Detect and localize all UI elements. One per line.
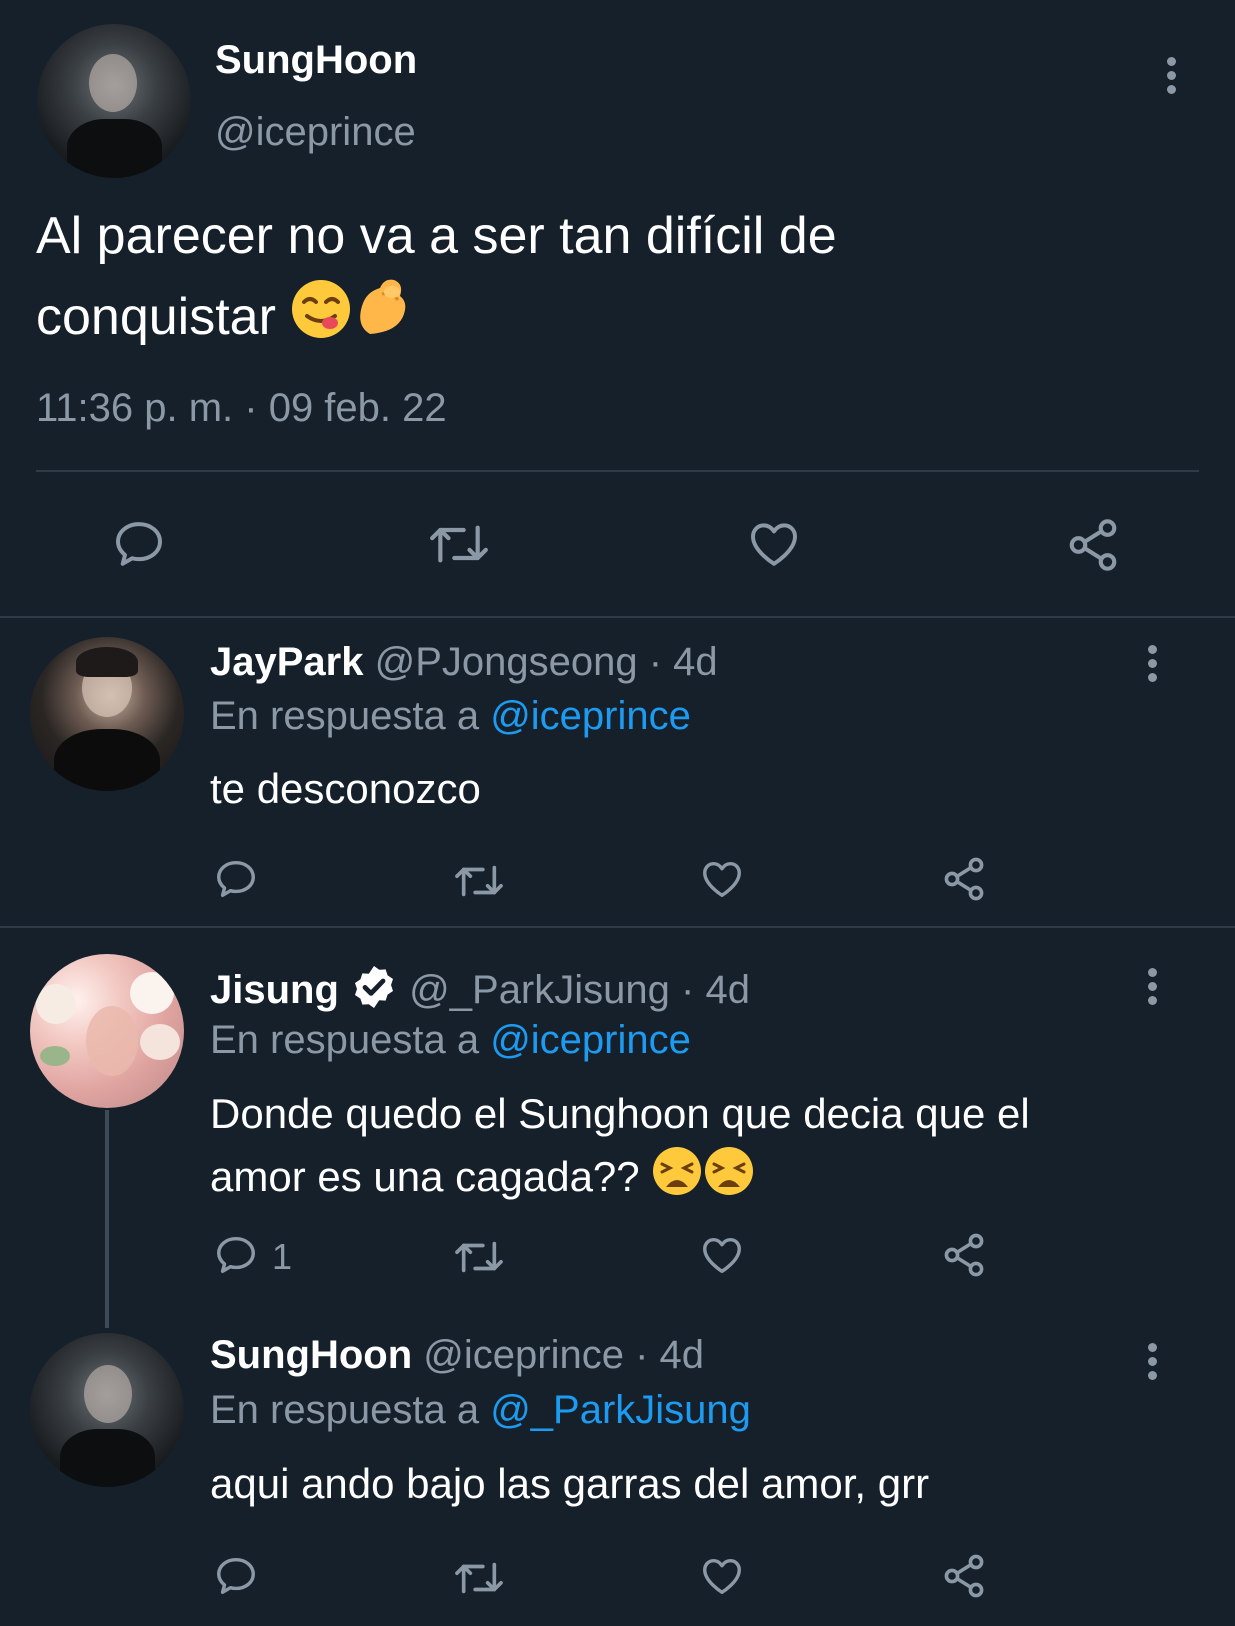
reply-text: te desconozco xyxy=(210,765,481,812)
retweet-icon xyxy=(455,1562,503,1594)
share-icon xyxy=(1069,519,1117,571)
like-icon xyxy=(703,1558,741,1595)
avatar[interactable] xyxy=(30,954,184,1108)
tired-face-emoji-icon xyxy=(651,1145,703,1207)
tweet-text-line-2: conquistar xyxy=(36,288,276,346)
retweet-button[interactable] xyxy=(451,858,507,904)
reply-button[interactable] xyxy=(110,516,168,572)
reply-prefix: En respuesta a xyxy=(210,694,480,738)
display-name[interactable]: SungHoon xyxy=(210,1333,412,1377)
reply-header: SungHoon @iceprince · 4d xyxy=(210,1333,704,1378)
display-name[interactable]: Jisung xyxy=(210,968,339,1012)
share-icon xyxy=(944,857,984,901)
reply-text-line-2: amor es una cagada?? xyxy=(210,1153,640,1200)
reply-icon xyxy=(217,860,255,898)
yum-emoji-icon xyxy=(290,278,352,353)
share-button[interactable] xyxy=(940,855,988,903)
mention-link[interactable]: @_ParkJisung xyxy=(490,1388,751,1432)
like-icon xyxy=(751,523,797,566)
display-name[interactable]: JayPark xyxy=(210,640,363,684)
handle[interactable]: @iceprince xyxy=(423,1333,624,1377)
divider xyxy=(0,926,1235,928)
handle[interactable]: @_ParkJisung xyxy=(409,968,670,1012)
avatar[interactable] xyxy=(30,1333,184,1487)
reply-icon xyxy=(217,1557,255,1595)
more-icon[interactable] xyxy=(1148,1343,1158,1385)
handle[interactable]: @iceprince xyxy=(215,110,416,155)
tweet-text-line-1: Al parecer no va a ser tan difícil de xyxy=(36,207,837,265)
timestamp[interactable]: 11:36 p. m. · 09 feb. 22 xyxy=(36,386,447,431)
retweet-button[interactable] xyxy=(451,1555,507,1601)
retweet-icon xyxy=(430,525,488,563)
like-button[interactable] xyxy=(698,1553,746,1599)
avatar[interactable] xyxy=(37,24,191,178)
like-button[interactable] xyxy=(698,1232,746,1278)
like-icon xyxy=(703,1237,741,1274)
reply-button[interactable] xyxy=(212,1553,260,1599)
reply-text-line-2-wrap: amor es una cagada?? xyxy=(210,1145,755,1207)
reply-count: 1 xyxy=(272,1236,293,1277)
more-icon[interactable] xyxy=(1167,57,1177,99)
reply-prefix: En respuesta a xyxy=(210,1018,480,1062)
retweet-icon xyxy=(455,1241,503,1273)
reply-icon xyxy=(217,1236,255,1274)
time[interactable]: · 4d xyxy=(649,640,718,684)
retweet-button[interactable] xyxy=(451,1234,507,1280)
display-name[interactable]: SungHoon xyxy=(215,38,417,83)
more-icon[interactable] xyxy=(1148,645,1158,687)
like-button[interactable] xyxy=(698,856,746,902)
tweet-text-line-2-wrap: conquistar xyxy=(36,274,414,353)
reply-context: En respuesta a @iceprince xyxy=(210,1018,691,1063)
like-icon xyxy=(703,861,741,898)
reply-context: En respuesta a @_ParkJisung xyxy=(210,1388,751,1433)
pinched-fingers-emoji-icon xyxy=(352,274,414,353)
thread-line xyxy=(105,1110,109,1328)
more-icon[interactable] xyxy=(1148,968,1158,1010)
retweet-icon xyxy=(455,865,503,897)
reply-icon xyxy=(116,522,162,566)
reply-prefix: En respuesta a xyxy=(210,1388,480,1432)
reply-header: JayPark @PJongseong · 4d xyxy=(210,640,718,685)
like-button[interactable] xyxy=(745,516,803,572)
time[interactable]: · 4d xyxy=(635,1333,704,1377)
mention-link[interactable]: @iceprince xyxy=(490,694,691,738)
time[interactable]: · 4d xyxy=(681,968,750,1012)
mention-link[interactable]: @iceprince xyxy=(490,1018,691,1062)
share-icon xyxy=(944,1554,984,1598)
inner-divider xyxy=(36,470,1199,472)
reply-context: En respuesta a @iceprince xyxy=(210,694,691,739)
reply-button[interactable] xyxy=(212,1232,260,1278)
reply-text: aqui ando bajo las garras del amor, grr xyxy=(210,1460,930,1507)
share-button[interactable] xyxy=(1064,516,1122,574)
reply-text-line-1: Donde quedo el Sunghoon que decia que el xyxy=(210,1090,1030,1137)
tired-face-emoji-icon xyxy=(703,1145,755,1207)
share-button[interactable] xyxy=(940,1231,988,1279)
verified-icon xyxy=(350,963,398,1021)
share-button[interactable] xyxy=(940,1552,988,1600)
reply-button[interactable] xyxy=(212,856,260,902)
divider xyxy=(0,616,1235,618)
reply-header: Jisung @_ParkJisung · 4d xyxy=(210,963,750,1021)
avatar[interactable] xyxy=(30,637,184,791)
handle[interactable]: @PJongseong xyxy=(375,640,638,684)
retweet-button[interactable] xyxy=(426,516,492,572)
share-icon xyxy=(944,1233,984,1277)
